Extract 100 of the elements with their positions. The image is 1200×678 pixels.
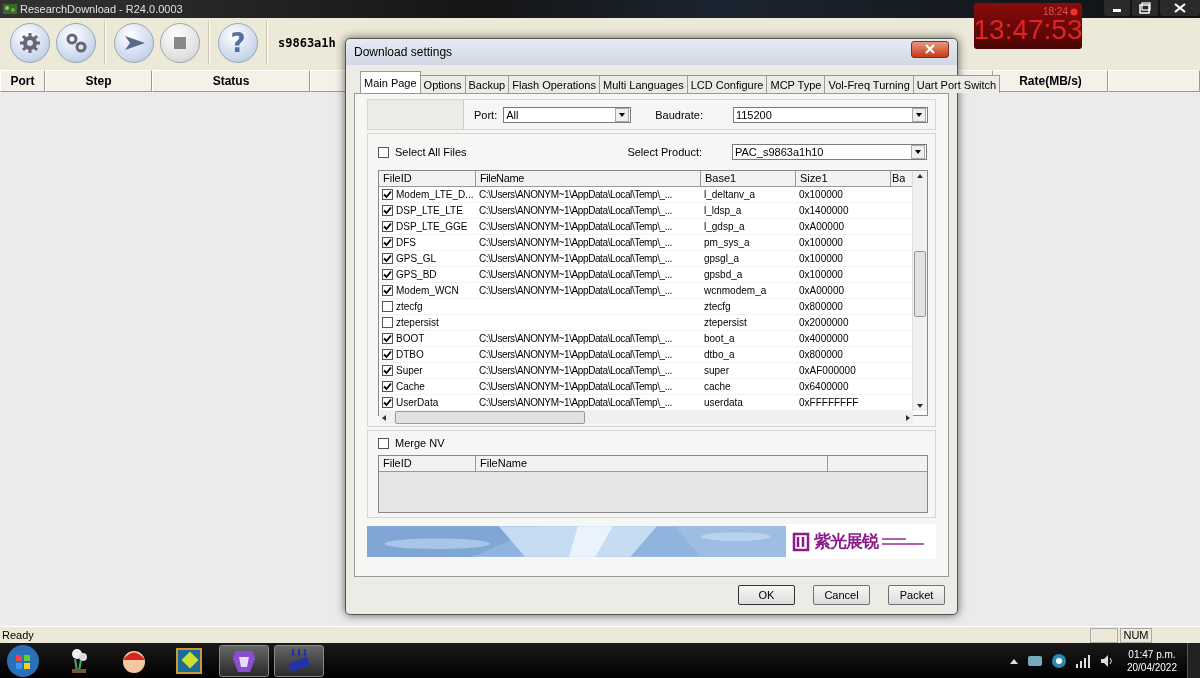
table-cell-text: boot_a bbox=[703, 332, 736, 346]
status-text: Ready bbox=[1, 629, 34, 641]
table-cell-text: 0x4000000 bbox=[798, 332, 850, 346]
dropdown[interactable]: 115200 bbox=[732, 106, 928, 123]
column-header[interactable]: Step bbox=[45, 70, 152, 92]
scrollbar-thumb[interactable] bbox=[395, 411, 585, 424]
tab[interactable]: Multi Languages bbox=[599, 75, 688, 93]
status-pane bbox=[1090, 627, 1118, 643]
table-cell-text: 0x100000 bbox=[798, 268, 844, 282]
tab[interactable]: Flash Operations bbox=[508, 75, 600, 93]
taskbar-app[interactable] bbox=[219, 644, 269, 677]
table-cell-text: 0x100000 bbox=[798, 252, 844, 266]
column-header[interactable]: Base1 bbox=[701, 171, 796, 186]
checked-checkbox[interactable] bbox=[382, 397, 393, 408]
close-icon bbox=[924, 44, 936, 54]
table-cell-text: 0xAF000000 bbox=[798, 364, 857, 378]
dialog-button[interactable]: Cancel bbox=[813, 585, 870, 605]
table-cell-text: super bbox=[703, 364, 730, 378]
checked-checkbox[interactable] bbox=[382, 285, 393, 296]
tab[interactable]: LCD Configure bbox=[686, 75, 768, 93]
table-cell-text: gpsgl_a bbox=[703, 252, 741, 266]
checkbox[interactable] bbox=[382, 301, 393, 312]
checkbox[interactable] bbox=[382, 317, 393, 328]
checked-checkbox[interactable] bbox=[382, 381, 393, 392]
signal-icon[interactable] bbox=[1074, 652, 1091, 669]
tab[interactable]: Uart Port Switch bbox=[912, 75, 1001, 93]
table-cell-text: userdata bbox=[703, 396, 744, 410]
logo-tagline-icon bbox=[881, 536, 926, 547]
table-cell-text: l_ldsp_a bbox=[703, 204, 743, 218]
table-cell: C:\Users\ANONYM~1\AppData\Local\Temp\_... bbox=[479, 269, 672, 280]
table-cell: C:\Users\ANONYM~1\AppData\Local\Temp\_... bbox=[479, 237, 672, 248]
table-cell-text: ztecfg bbox=[703, 300, 732, 314]
vertical-scrollbar[interactable] bbox=[912, 171, 927, 411]
gears-button[interactable] bbox=[56, 23, 96, 63]
dropdown[interactable]: All bbox=[503, 106, 632, 123]
table-cell-text: pm_sys_a bbox=[703, 236, 751, 250]
column-header[interactable]: FileID bbox=[379, 456, 476, 471]
table-cell: DFS bbox=[396, 237, 416, 248]
scrollbar-thumb[interactable] bbox=[914, 251, 926, 317]
tab[interactable]: Options bbox=[419, 75, 466, 93]
checkbox[interactable] bbox=[378, 437, 389, 449]
column-header[interactable]: Ba bbox=[891, 171, 905, 186]
table-cell-text: 0x100000 bbox=[798, 188, 844, 202]
table-cell: C:\Users\ANONYM~1\AppData\Local\Temp\_... bbox=[479, 205, 672, 216]
column-header[interactable]: FileName bbox=[476, 171, 701, 186]
horizontal-scrollbar[interactable] bbox=[379, 411, 913, 424]
checked-checkbox[interactable] bbox=[382, 349, 393, 360]
dialog-title: Download settings bbox=[354, 45, 453, 59]
tab[interactable]: MCP Type bbox=[766, 75, 826, 93]
table-cell-text: 0x1400000 bbox=[798, 204, 850, 218]
clock-time: 13:47:53 bbox=[973, 15, 1083, 45]
table-cell: ztecfg bbox=[396, 301, 423, 312]
table-cell-text: cache bbox=[703, 380, 732, 394]
table-cell: C:\Users\ANONYM~1\AppData\Local\Temp\_... bbox=[479, 365, 672, 376]
table-cell: BOOT bbox=[396, 333, 425, 344]
dialog-button[interactable]: OK bbox=[738, 585, 795, 605]
dropdown[interactable]: PAC_s9863a1h10 bbox=[732, 144, 927, 160]
checked-checkbox[interactable] bbox=[382, 333, 393, 344]
table-cell: C:\Users\ANONYM~1\AppData\Local\Temp\_... bbox=[479, 253, 672, 264]
table-cell: C:\Users\ANONYM~1\AppData\Local\Temp\_... bbox=[479, 221, 672, 232]
dialog-button[interactable]: Packet bbox=[888, 585, 945, 605]
checked-checkbox[interactable] bbox=[382, 189, 393, 200]
column-header[interactable]: Status bbox=[152, 70, 310, 92]
table-cell-text: ztepersist bbox=[703, 316, 748, 330]
column-header[interactable]: Port bbox=[0, 70, 45, 92]
table-cell-text: 0x6400000 bbox=[798, 380, 850, 394]
checked-checkbox[interactable] bbox=[382, 237, 393, 248]
table-cell: Modem_LTE_D... bbox=[396, 189, 474, 200]
start-icon[interactable] bbox=[6, 643, 40, 678]
tab[interactable]: Main Page bbox=[360, 71, 421, 93]
table-cell: DTBO bbox=[396, 349, 424, 360]
checked-checkbox[interactable] bbox=[382, 365, 393, 376]
checkbox[interactable] bbox=[378, 146, 389, 158]
select-all-label: Select All Files bbox=[395, 146, 467, 158]
help-button[interactable]: ? bbox=[218, 23, 258, 63]
tab[interactable]: Backup bbox=[464, 75, 510, 93]
minimize-icon[interactable] bbox=[1104, 0, 1130, 16]
table-cell: Modem_WCN bbox=[396, 285, 459, 296]
logo-icon bbox=[791, 531, 810, 552]
table-cell-text: dtbo_a bbox=[703, 348, 736, 362]
table-cell: DSP_LTE_LTE bbox=[396, 205, 463, 216]
checked-checkbox[interactable] bbox=[382, 253, 393, 264]
tray-circle-icon[interactable] bbox=[1050, 652, 1067, 669]
checked-checkbox[interactable] bbox=[382, 205, 393, 216]
table-cell: C:\Users\ANONYM~1\AppData\Local\Temp\_... bbox=[479, 381, 672, 392]
start-button[interactable] bbox=[114, 23, 154, 63]
column-header[interactable]: FileName bbox=[476, 456, 828, 471]
checked-checkbox[interactable] bbox=[382, 269, 393, 280]
tab[interactable]: Vol-Freq Turning bbox=[824, 75, 914, 93]
close-button[interactable] bbox=[911, 40, 949, 58]
close-icon[interactable] bbox=[1160, 0, 1200, 16]
settings-button[interactable] bbox=[10, 23, 50, 63]
column-header[interactable]: FileID bbox=[379, 171, 476, 186]
table-cell-text: l_deltanv_a bbox=[703, 188, 757, 202]
merge-nv-label: Merge NV bbox=[395, 437, 445, 449]
checked-checkbox[interactable] bbox=[382, 221, 393, 232]
column-header[interactable]: Size1 bbox=[796, 171, 891, 186]
table-cell-text: 0x800000 bbox=[798, 348, 844, 362]
maximize-icon[interactable] bbox=[1132, 0, 1158, 16]
logo-text: 紫光展锐 bbox=[813, 530, 878, 553]
